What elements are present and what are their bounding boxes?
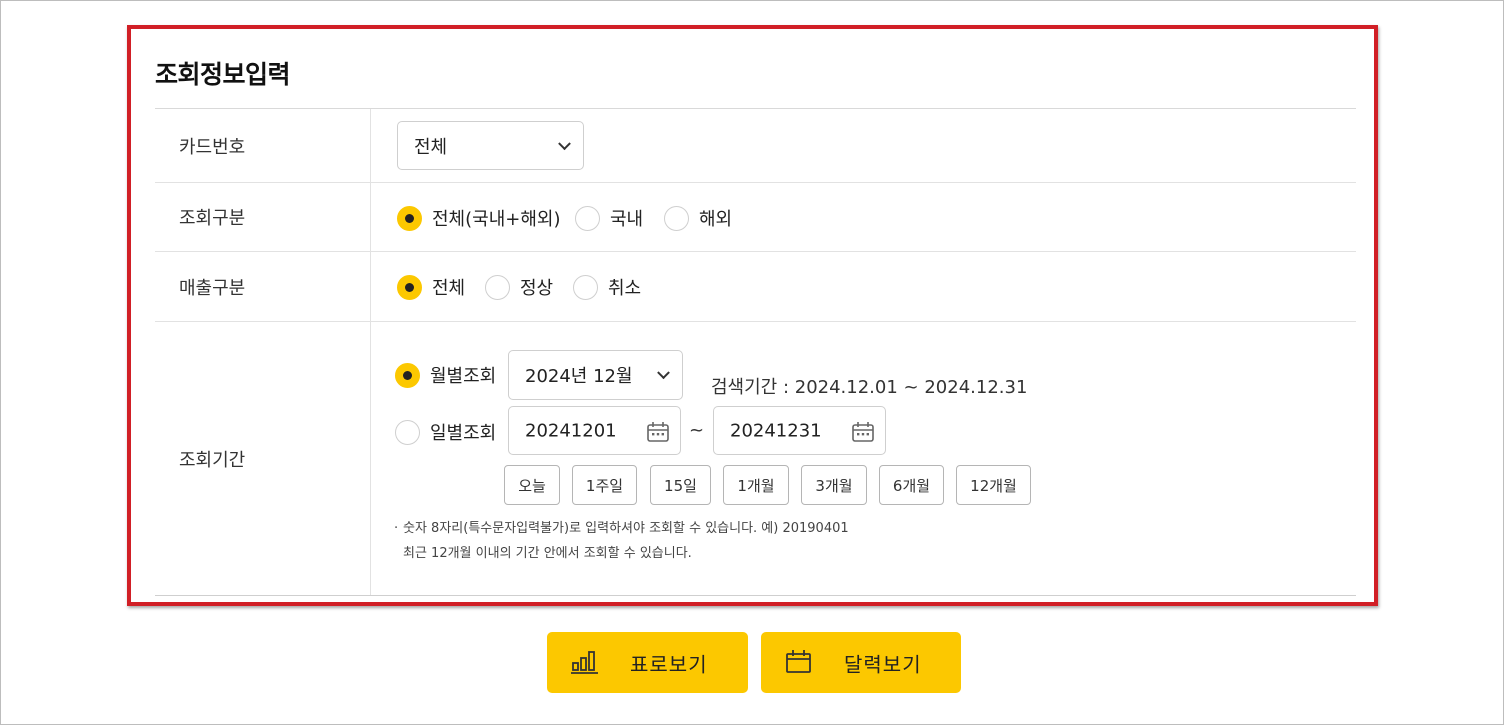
radio-monthly[interactable]: 월별조회 xyxy=(395,362,496,388)
calendar-icon xyxy=(786,650,811,673)
quick-1month-button[interactable]: 1개월 xyxy=(723,465,789,505)
quick-12month-button[interactable]: 12개월 xyxy=(956,465,1031,505)
start-date-input[interactable]: 20241201 xyxy=(508,406,681,455)
quick-today-button[interactable]: 오늘 xyxy=(504,465,560,505)
end-date-input[interactable]: 20241231 xyxy=(713,406,886,455)
radio-daily[interactable]: 일별조회 xyxy=(395,419,496,445)
search-range-text: 검색기간 : 2024.12.01 ~ 2024.12.31 xyxy=(711,377,1028,398)
radio-checked-icon xyxy=(395,362,420,388)
quick-15day-button[interactable]: 15일 xyxy=(650,465,711,505)
card-number-select-value: 전체 xyxy=(414,136,448,158)
row-inquiry-type: 조회구분 전체(국내+해외) 국내 해외 xyxy=(155,183,1356,252)
radio-sales-cancel[interactable]: 취소 xyxy=(573,274,641,300)
row-card-number: 카드번호 전체 xyxy=(155,109,1356,183)
table-view-label: 표로보기 xyxy=(630,654,708,676)
radio-inquiry-overseas[interactable]: 해외 xyxy=(664,205,732,231)
radio-unchecked-icon xyxy=(573,274,598,300)
calendar-icon[interactable] xyxy=(646,421,670,443)
card-number-select[interactable]: 전체 xyxy=(397,121,584,170)
row-sales-type: 매출구분 전체 정상 취소 xyxy=(155,252,1356,322)
section-title: 조회정보입력 xyxy=(155,60,291,89)
note-bullet: · xyxy=(394,521,399,536)
radio-unchecked-icon xyxy=(575,205,600,231)
radio-unchecked-icon xyxy=(395,419,420,445)
inquiry-form-panel: 조회정보입력 카드번호 전체 조회구분 전체(국내+해외) 국내 해외 매출구분… xyxy=(127,25,1378,606)
radio-unchecked-icon xyxy=(485,274,510,300)
bar-chart-icon xyxy=(571,651,598,674)
radio-sales-all[interactable]: 전체 xyxy=(397,274,465,300)
label-inquiry-period: 조회기간 xyxy=(179,449,246,471)
form-table: 카드번호 전체 조회구분 전체(국내+해외) 국내 해외 매출구분 전체 정상 … xyxy=(155,108,1356,596)
radio-sales-normal[interactable]: 정상 xyxy=(485,274,553,300)
radio-inquiry-domestic[interactable]: 국내 xyxy=(575,205,643,231)
note-line-1: 숫자 8자리(특수문자입력불가)로 입력하셔야 조회할 수 있습니다. 예) 2… xyxy=(403,521,849,536)
calendar-icon[interactable] xyxy=(851,421,875,443)
chevron-down-icon xyxy=(657,366,670,380)
input-guide-note: · 숫자 8자리(특수문자입력불가)로 입력하셔야 조회할 수 있습니다. 예)… xyxy=(394,516,849,566)
calendar-view-button[interactable]: 달력보기 xyxy=(761,632,961,693)
table-view-button[interactable]: 표로보기 xyxy=(547,632,748,693)
label-inquiry-type: 조회구분 xyxy=(179,208,246,229)
month-select[interactable]: 2024년 12월 xyxy=(508,350,683,400)
radio-unchecked-icon xyxy=(664,205,689,231)
label-sales-type: 매출구분 xyxy=(179,277,246,299)
row-inquiry-period: 조회기간 월별조회 2024년 12월 검색기간 : 2024.12.01 ~ … xyxy=(155,322,1356,596)
radio-checked-icon xyxy=(397,274,422,300)
chevron-down-icon xyxy=(558,136,571,150)
radio-inquiry-all[interactable]: 전체(국내+해외) xyxy=(397,205,561,231)
note-line-2: 최근 12개월 이내의 기간 안에서 조회할 수 있습니다. xyxy=(403,546,692,561)
quick-1week-button[interactable]: 1주일 xyxy=(572,465,637,505)
month-select-value: 2024년 12월 xyxy=(525,366,633,387)
quick-6month-button[interactable]: 6개월 xyxy=(879,465,944,505)
calendar-view-label: 달력보기 xyxy=(844,654,922,676)
radio-checked-icon xyxy=(397,205,422,231)
date-range-tilde: ~ xyxy=(689,420,705,441)
quick-3month-button[interactable]: 3개월 xyxy=(801,465,867,505)
label-card-number: 카드번호 xyxy=(179,136,246,158)
